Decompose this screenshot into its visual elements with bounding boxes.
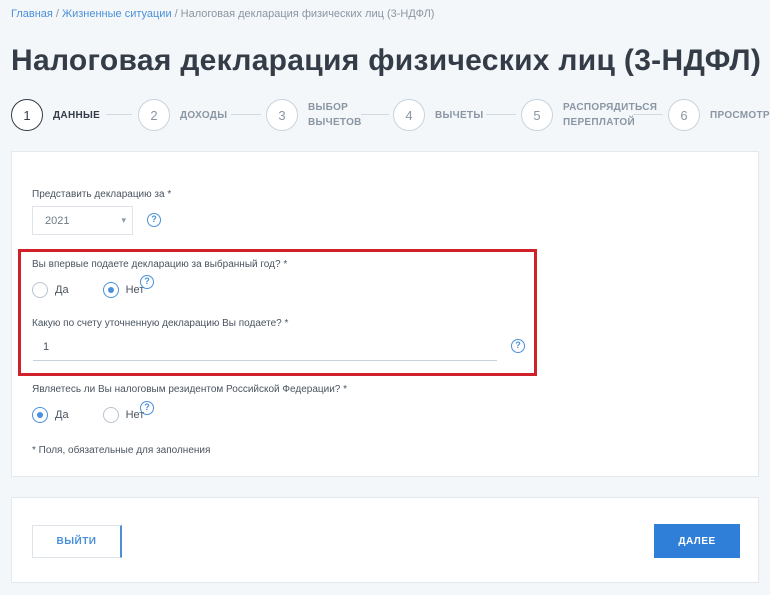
- step-number: 3: [266, 99, 298, 131]
- step-label: Вычеты: [435, 109, 484, 121]
- form-actions: ВЫЙТИ ДАЛЕЕ: [11, 497, 759, 583]
- step-deduction-choice[interactable]: 3 Выбор вычетов: [266, 98, 380, 132]
- radio-button[interactable]: [102, 407, 119, 423]
- exit-button[interactable]: ВЫЙТИ: [32, 525, 122, 558]
- correction-label: Какую по счету уточненную декларацию Вы …: [32, 318, 289, 329]
- year-select[interactable]: 2021 ▾: [32, 206, 133, 235]
- step-income[interactable]: 2 Доходы: [138, 98, 252, 132]
- year-select-value: 2021: [45, 214, 70, 227]
- step-number: 6: [668, 99, 700, 131]
- year-label: Представить декларацию за *: [32, 189, 172, 200]
- step-deductions[interactable]: 4 Вычеты: [393, 98, 507, 132]
- step-number: 5: [521, 99, 553, 131]
- radio-button[interactable]: [32, 407, 48, 423]
- step-overpayment[interactable]: 5 Распорядиться переплатой: [521, 98, 658, 132]
- required-fields-note: * Поля, обязательные для заполнения: [32, 445, 211, 456]
- first-time-yes-option[interactable]: Да: [32, 282, 69, 298]
- step-label: Данные: [53, 109, 101, 121]
- step-number: 4: [393, 99, 425, 131]
- breadcrumb-current: Налоговая декларация физических лиц (3-Н…: [180, 8, 435, 20]
- declaration-form: Представить декларацию за * 2021 ▾ ? Вы …: [11, 151, 759, 477]
- next-button[interactable]: ДАЛЕЕ: [654, 524, 740, 558]
- step-number: 2: [138, 99, 170, 131]
- step-label: Просмотр: [710, 109, 770, 121]
- radio-label: Да: [55, 409, 69, 421]
- info-icon[interactable]: ?: [147, 213, 161, 227]
- resident-no-option[interactable]: Нет: [102, 407, 144, 423]
- correction-number-input[interactable]: 1: [33, 335, 497, 361]
- info-icon[interactable]: ?: [140, 275, 154, 289]
- breadcrumb: Главная / Жизненные ситуации / Налоговая дек…: [11, 8, 434, 20]
- page-title: Налоговая декларация физических лиц (3-Н…: [11, 44, 762, 77]
- info-icon[interactable]: ?: [511, 339, 525, 353]
- stepper: 1 Данные 2 Доходы 3 Выбор вычетов 4 Выче…: [11, 98, 770, 132]
- radio-label: Да: [55, 284, 69, 296]
- breadcrumb-life-situations[interactable]: Жизненные ситуации: [62, 8, 172, 20]
- breadcrumb-separator: /: [174, 8, 178, 20]
- radio-button[interactable]: [102, 282, 119, 298]
- radio-button[interactable]: [32, 282, 48, 298]
- step-preview[interactable]: 6 Просмотр: [668, 98, 770, 132]
- breadcrumb-home[interactable]: Главная: [11, 8, 53, 20]
- info-icon[interactable]: ?: [140, 401, 154, 415]
- resident-radio-group: Да Нет: [32, 407, 144, 423]
- chevron-down-icon: ▾: [121, 215, 126, 225]
- step-data[interactable]: 1 Данные: [11, 98, 125, 132]
- breadcrumb-separator: /: [55, 8, 59, 20]
- first-time-radio-group: Да Нет: [32, 282, 144, 298]
- resident-label: Являетесь ли Вы налоговым резидентом Рос…: [32, 384, 348, 395]
- resident-yes-option[interactable]: Да: [32, 407, 69, 423]
- step-number: 1: [11, 99, 43, 131]
- first-time-label: Вы впервые подаете декларацию за выбранн…: [32, 259, 288, 270]
- step-label: Распорядиться переплатой: [563, 102, 658, 128]
- first-time-no-option[interactable]: Нет: [102, 282, 144, 298]
- step-label: Выбор вычетов: [308, 102, 362, 128]
- step-label: Доходы: [180, 109, 228, 121]
